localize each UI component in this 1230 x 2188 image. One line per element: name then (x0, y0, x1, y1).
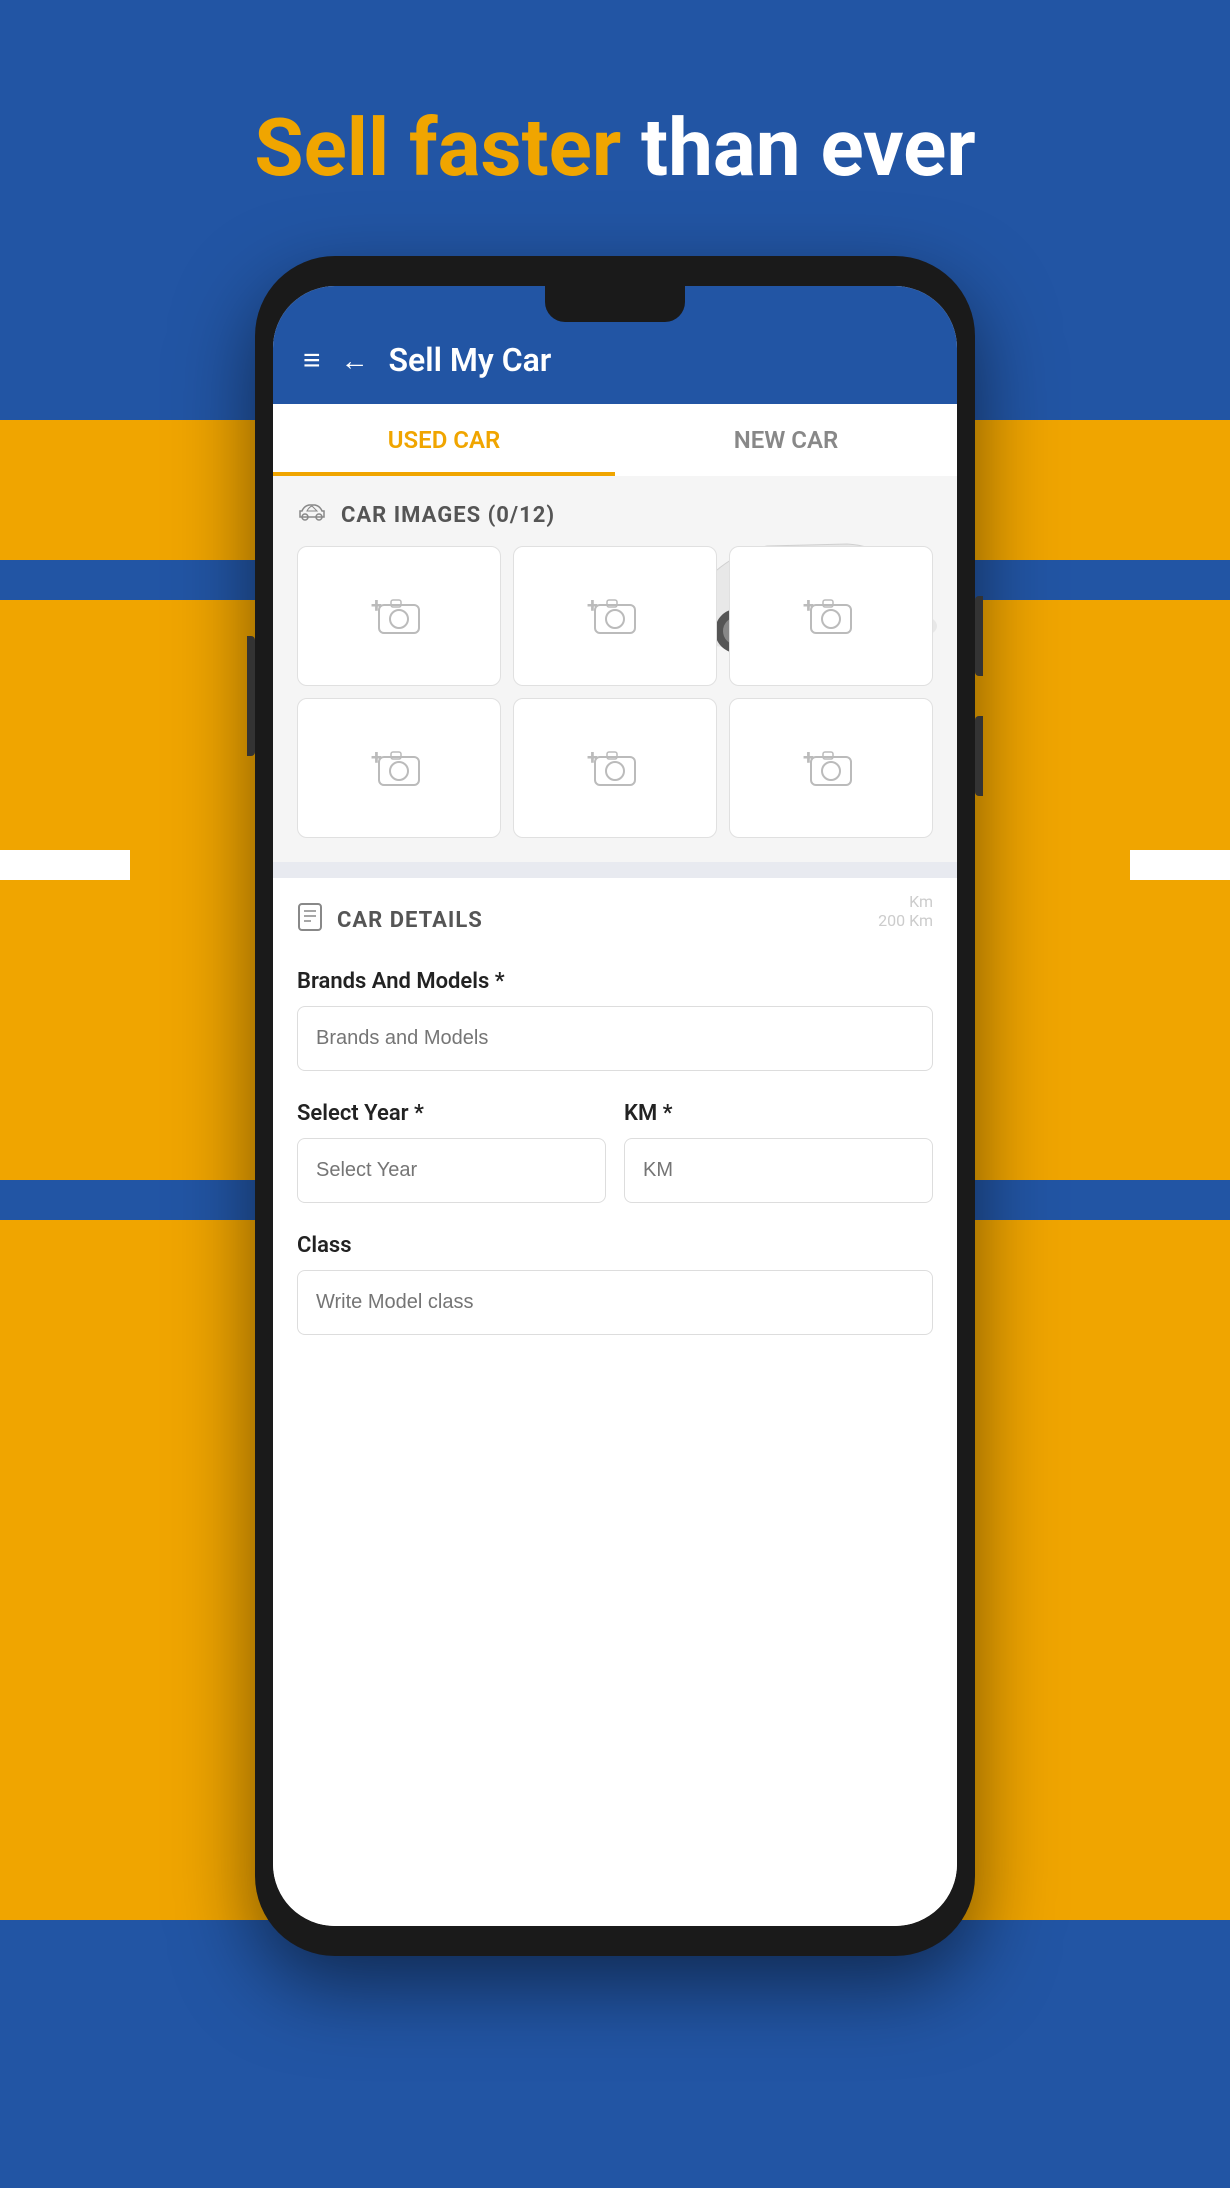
hero-title-highlight: Sell faster (254, 101, 621, 195)
image-slot-1[interactable]: + (297, 546, 501, 686)
car-details-header: CAR DETAILS (297, 902, 933, 939)
document-icon (297, 902, 323, 939)
tab-new-car[interactable]: NEW CAR (615, 404, 957, 476)
class-group: Class (297, 1233, 933, 1335)
add-camera-icon-2: + (593, 597, 637, 635)
car-details-label: CAR DETAILS (337, 908, 483, 933)
back-icon[interactable]: ← (341, 344, 369, 377)
image-grid: + + (273, 546, 957, 862)
select-year-input[interactable] (297, 1138, 606, 1203)
phone-button-right-1 (975, 596, 983, 676)
phone-wrapper: ≡ ← Sell My Car USED CAR NEW CAR (255, 256, 975, 1956)
select-year-group: Select Year * (297, 1101, 606, 1203)
add-camera-icon-6: + (809, 749, 853, 787)
km-group: KM * (624, 1101, 933, 1203)
car-images-label: CAR IMAGES (0/12) (341, 503, 555, 528)
phone-outer: ≡ ← Sell My Car USED CAR NEW CAR (255, 256, 975, 1956)
phone-button-right-2 (975, 716, 983, 796)
add-camera-icon-5: + (593, 749, 637, 787)
image-slot-5[interactable]: + (513, 698, 717, 838)
brands-models-input[interactable] (297, 1006, 933, 1071)
add-camera-icon-3: + (809, 597, 853, 635)
km-input[interactable] (624, 1138, 933, 1203)
add-camera-icon-4: + (377, 749, 421, 787)
image-slot-6[interactable]: + (729, 698, 933, 838)
car-icon (297, 500, 327, 530)
add-camera-icon-1: + (377, 597, 421, 635)
menu-icon[interactable]: ≡ (303, 343, 321, 378)
car-details-section: Km 200 Km CAR DETAILS (273, 878, 957, 1926)
phone-screen: ≡ ← Sell My Car USED CAR NEW CAR (273, 286, 957, 1926)
brands-models-group: Brands And Models * (297, 969, 933, 1071)
class-input[interactable] (297, 1270, 933, 1335)
hero-title: Sell faster than ever (254, 100, 975, 196)
tabs-row: USED CAR NEW CAR (273, 404, 957, 476)
image-slot-2[interactable]: + (513, 546, 717, 686)
km-label: KM * (624, 1101, 933, 1126)
class-label: Class (297, 1233, 933, 1258)
bg-white-bar-left (0, 850, 130, 880)
phone-notch (545, 286, 685, 322)
car-image-section: CAR IMAGES (0/12) + (273, 476, 957, 862)
image-slot-4[interactable]: + (297, 698, 501, 838)
car-images-header: CAR IMAGES (0/12) (273, 476, 957, 546)
brands-models-label: Brands And Models * (297, 969, 933, 994)
app-title: Sell My Car (389, 341, 552, 379)
image-slot-3[interactable]: + (729, 546, 933, 686)
phone-button-left (247, 636, 255, 756)
select-year-label: Select Year * (297, 1101, 606, 1126)
year-km-row: Select Year * KM * (297, 1101, 933, 1233)
tab-used-car[interactable]: USED CAR (273, 404, 615, 476)
hero-title-normal-text: than ever (641, 101, 976, 195)
section-divider (273, 862, 957, 878)
bg-white-bar-right (1130, 850, 1230, 880)
